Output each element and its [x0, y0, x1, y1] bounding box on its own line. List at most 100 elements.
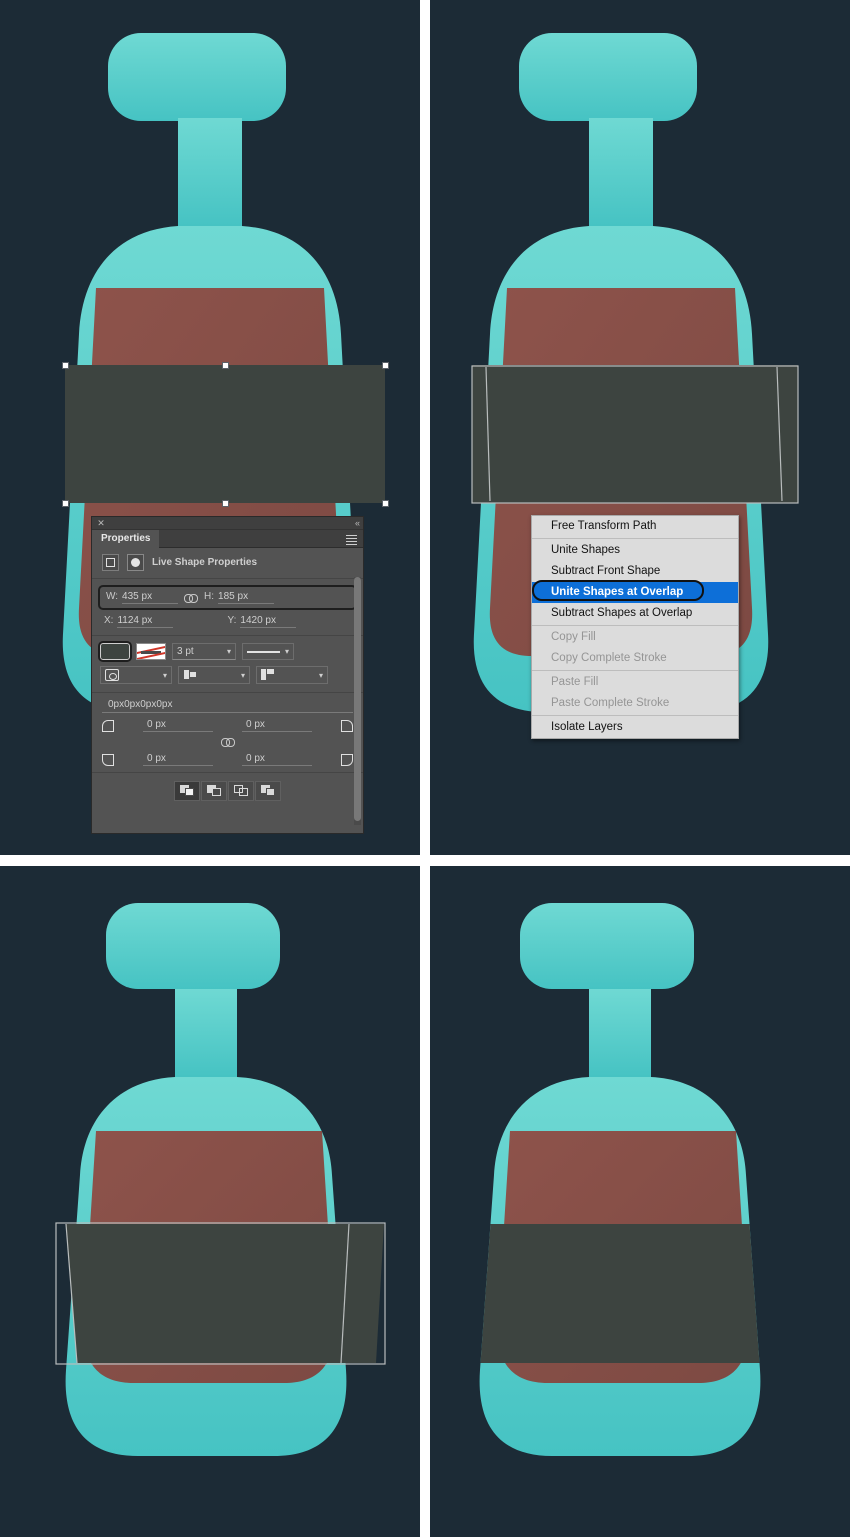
- link-icon[interactable]: [220, 737, 235, 747]
- menu-item-free-transform-path[interactable]: Free Transform Path: [532, 516, 738, 537]
- panel-title-bar: ✕ «: [92, 517, 363, 530]
- corner-link-row[interactable]: [102, 732, 353, 753]
- menu-item-label: Unite Shapes at Overlap: [551, 586, 684, 598]
- chevron-down-icon: ▾: [284, 647, 289, 656]
- width-height-group[interactable]: W: 435 px H: 185 px: [98, 585, 357, 610]
- menu-separator: [532, 625, 738, 626]
- stroke-weight-value: 3 pt: [177, 646, 194, 657]
- exclude-overlapping-shapes-icon: [260, 784, 276, 798]
- menu-item-isolate-layers[interactable]: Isolate Layers: [532, 717, 738, 738]
- subtract-front-shape-button[interactable]: [201, 781, 227, 801]
- stroke-swatch-none[interactable]: [136, 643, 166, 660]
- selection-handle-tl[interactable]: [62, 362, 69, 369]
- height-field[interactable]: H: 185 px: [204, 591, 275, 604]
- stroke-align-select[interactable]: ▾: [100, 666, 172, 684]
- panel-menu-icon[interactable]: [346, 535, 357, 545]
- corner-bottom-right-value[interactable]: 0 px: [242, 753, 312, 766]
- stroke-corner-select[interactable]: ▾: [256, 666, 328, 684]
- menu-item-paste-complete-stroke: Paste Complete Stroke: [551, 697, 670, 709]
- stroke-cap-select[interactable]: ▾: [178, 666, 250, 684]
- step-4-result-united: [430, 866, 850, 1537]
- collapse-panel-icon[interactable]: «: [355, 517, 360, 529]
- x-label: X:: [104, 615, 114, 626]
- y-value[interactable]: 1420 px: [240, 615, 297, 628]
- menu-item-subtract-front-shape[interactable]: Subtract Front Shape: [532, 561, 738, 582]
- intersect-shape-areas-button[interactable]: [228, 781, 254, 801]
- properties-panel[interactable]: ✕ « Properties Live Shape Properties W: …: [91, 516, 364, 834]
- menu-item-copy-complete-stroke: Copy Complete Stroke: [551, 652, 667, 664]
- tutorial-sheet: ✕ « Properties Live Shape Properties W: …: [0, 0, 850, 1537]
- close-icon[interactable]: ✕: [96, 518, 106, 528]
- selection-handle-bl[interactable]: [62, 500, 69, 507]
- shape-context-menu[interactable]: Free Transform Path Unite Shapes Subtrac…: [531, 515, 739, 739]
- x-value[interactable]: 1124 px: [117, 615, 174, 628]
- corner-bottom-left-value[interactable]: 0 px: [143, 753, 213, 766]
- menu-item-unite-shapes[interactable]: Unite Shapes: [532, 540, 738, 561]
- link-icon[interactable]: [184, 593, 199, 603]
- cap-icon: [183, 669, 197, 681]
- label-rectangle-step1[interactable]: [65, 365, 385, 503]
- stroke-align-icon: [105, 669, 119, 681]
- menu-separator: [532, 538, 738, 539]
- step-3-shape-transformed: [0, 866, 420, 1537]
- corner-radius-summary: 0px0px0px0px: [102, 699, 353, 713]
- chevron-down-icon: ▾: [226, 647, 231, 656]
- y-position-field[interactable]: Y: 1420 px: [228, 615, 352, 628]
- x-position-field[interactable]: X: 1124 px: [104, 615, 228, 628]
- corner-top-left-icon: [102, 719, 114, 732]
- stroke-style-select[interactable]: ▾: [242, 643, 294, 660]
- tab-properties[interactable]: Properties: [92, 530, 160, 548]
- shape-bounds-icon: [102, 554, 119, 571]
- panel-tab-bar: Properties: [92, 530, 363, 548]
- menu-item-paste-fill: Paste Fill: [551, 676, 599, 688]
- selection-handle-tr[interactable]: [382, 362, 389, 369]
- live-shape-header: Live Shape Properties: [92, 548, 363, 579]
- label-band-united: [479, 1224, 761, 1363]
- exclude-overlapping-shapes-button[interactable]: [255, 781, 281, 801]
- menu-item-subtract-shapes-at-overlap[interactable]: Subtract Shapes at Overlap: [532, 603, 738, 624]
- width-value[interactable]: 435 px: [122, 591, 179, 604]
- shape-fill-icon: [127, 554, 144, 571]
- combine-shapes-button[interactable]: [174, 781, 200, 801]
- corner-icon: [261, 669, 275, 681]
- live-shape-properties-label: Live Shape Properties: [152, 557, 258, 568]
- corner-top-right-icon: [341, 719, 353, 732]
- corner-radius-top-row[interactable]: 0 px 0 px: [102, 719, 353, 732]
- height-value[interactable]: 185 px: [218, 591, 275, 604]
- selection-handle-bm[interactable]: [222, 500, 229, 507]
- label-rectangle-step2[interactable]: [472, 365, 798, 503]
- solid-line-icon: [247, 650, 280, 653]
- menu-separator: [532, 715, 738, 716]
- combine-shapes-icon: [179, 784, 195, 798]
- height-label: H:: [204, 591, 215, 602]
- step-2-context-menu-open: Free Transform Path Unite Shapes Subtrac…: [430, 0, 850, 855]
- chevron-down-icon: ▾: [162, 670, 167, 680]
- bottle-artwork-step4: [430, 866, 850, 1537]
- intersect-shape-areas-icon: [233, 784, 249, 798]
- corner-top-left-value[interactable]: 0 px: [143, 719, 213, 732]
- fill-swatch[interactable]: [98, 641, 132, 662]
- selection-handle-tm[interactable]: [222, 362, 229, 369]
- path-operations-row[interactable]: [92, 772, 363, 801]
- chevron-down-icon: ▾: [318, 670, 323, 680]
- y-label: Y:: [227, 615, 237, 626]
- menu-separator: [532, 670, 738, 671]
- stroke-weight-select[interactable]: 3 pt ▾: [172, 643, 236, 660]
- menu-item-copy-fill: Copy Fill: [551, 631, 596, 643]
- width-field[interactable]: W: 435 px: [106, 591, 179, 604]
- corner-top-right-value[interactable]: 0 px: [242, 719, 312, 732]
- panel-scrollbar[interactable]: [354, 577, 361, 825]
- corner-radius-bottom-row[interactable]: 0 px 0 px: [102, 753, 353, 766]
- corner-radius-section[interactable]: 0px0px0px0px 0 px 0 px 0 px 0 px: [92, 692, 363, 768]
- label-rectangle-step3[interactable]: [0, 866, 420, 1537]
- chevron-down-icon: ▾: [240, 670, 245, 680]
- corner-bottom-left-icon: [102, 753, 114, 766]
- step-1-rectangle-drawn: ✕ « Properties Live Shape Properties W: …: [0, 0, 420, 855]
- stroke-options-row[interactable]: ▾ ▾ ▾: [92, 660, 363, 692]
- corner-bottom-right-icon: [341, 753, 353, 766]
- position-group[interactable]: X: 1124 px Y: 1420 px: [104, 615, 351, 628]
- fill-stroke-row[interactable]: 3 pt ▾ ▾: [92, 635, 363, 662]
- selection-handle-br[interactable]: [382, 500, 389, 507]
- menu-item-unite-shapes-at-overlap[interactable]: Unite Shapes at Overlap: [532, 580, 738, 603]
- width-label: W:: [106, 591, 119, 602]
